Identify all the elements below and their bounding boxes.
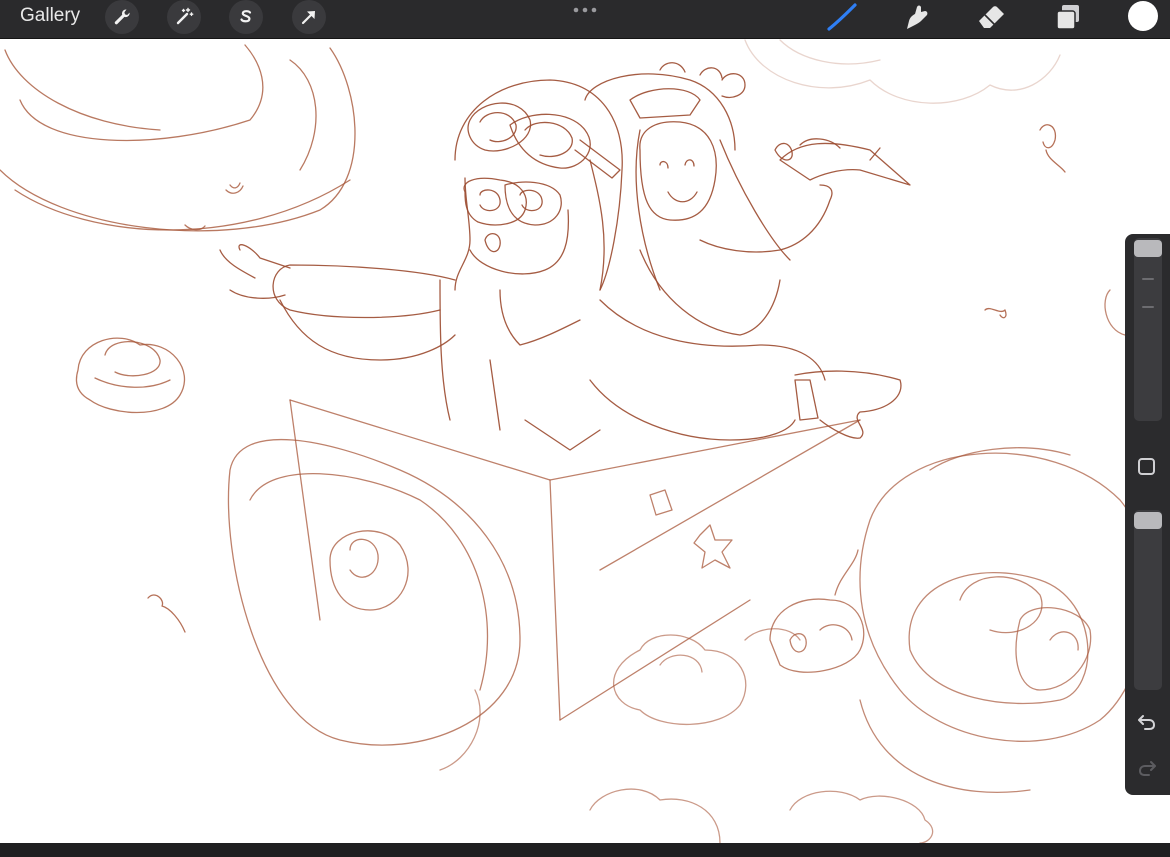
sketch-doodles (147, 124, 1066, 633)
color-picker-button[interactable] (1128, 1, 1158, 31)
side-panel (1125, 234, 1170, 795)
opacity-slider[interactable] (1134, 510, 1162, 690)
layers-button[interactable] (1051, 2, 1085, 32)
slider-tick (1142, 306, 1154, 308)
brush-tool-button[interactable] (824, 2, 858, 32)
selection-s-icon (240, 10, 252, 23)
undo-icon (1138, 715, 1156, 730)
brush-size-slider[interactable] (1134, 238, 1162, 421)
modify-square-button[interactable] (1138, 458, 1155, 475)
smudge-tool-button[interactable] (899, 2, 933, 32)
adjustments-button[interactable] (167, 0, 201, 34)
magic-wand-icon (176, 7, 194, 25)
slider-tick (1142, 278, 1154, 280)
sketch-clouds-top-right (744, 39, 1061, 104)
sketch-artwork (0, 39, 1150, 843)
eraser-tool-button[interactable] (975, 2, 1009, 32)
wrench-icon (114, 9, 130, 25)
ellipsis-handle[interactable] (573, 1, 597, 19)
undo-button[interactable] (1136, 711, 1158, 733)
eraser-icon (979, 6, 1004, 28)
sketch-planet-top-left (0, 44, 356, 232)
layers-icon (1056, 5, 1079, 30)
sketch-characters (219, 62, 911, 451)
redo-icon (1138, 761, 1156, 776)
sketch-cloud-left (75, 337, 186, 414)
transform-button[interactable] (292, 0, 326, 34)
opacity-thumb[interactable] (1134, 512, 1162, 529)
sketch-clouds-bottom (439, 628, 934, 843)
redo-button[interactable] (1136, 757, 1158, 779)
sketch-plane (227, 399, 865, 746)
ellipsis-icon (573, 7, 597, 13)
sketch-planet-right (859, 289, 1150, 793)
brush-size-thumb[interactable] (1134, 240, 1162, 257)
drawing-canvas[interactable] (0, 39, 1170, 843)
transform-arrow-icon (301, 11, 315, 25)
brush-icon (827, 3, 857, 31)
actions-button[interactable] (105, 0, 139, 34)
bottom-bezel (0, 843, 1170, 857)
top-toolbar: Gallery (0, 0, 1170, 39)
smudge-icon (907, 5, 928, 29)
gallery-button[interactable]: Gallery (20, 5, 80, 27)
selection-button[interactable] (229, 0, 263, 34)
